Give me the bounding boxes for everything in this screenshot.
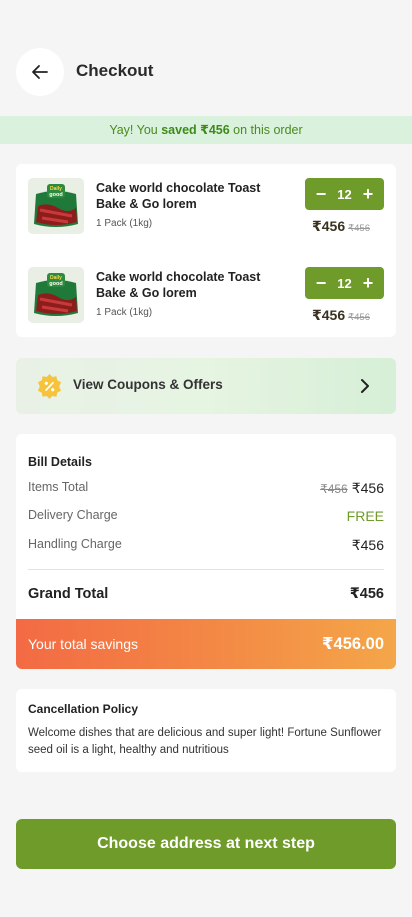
svg-text:good: good bbox=[49, 192, 62, 198]
original-price: ₹456 bbox=[348, 223, 371, 234]
grand-total-label: Grand Total bbox=[28, 586, 109, 602]
handling-charge-value: ₹456 bbox=[351, 537, 384, 553]
policy-title: Cancellation Policy bbox=[28, 702, 139, 716]
chevron-right-icon bbox=[361, 379, 369, 393]
product-image[interactable]: Daily good bbox=[28, 267, 84, 323]
product-price: ₹456 ₹456 bbox=[312, 307, 370, 324]
items-total-original: ₹456 bbox=[320, 482, 348, 496]
savings-banner: Yay! You saved ₹456 on this order bbox=[0, 116, 412, 144]
handling-charge-row: Handling Charge ₹456 bbox=[28, 537, 384, 555]
page-title: Checkout bbox=[76, 61, 154, 80]
policy-text: Welcome dishes that are delicious and su… bbox=[28, 727, 382, 756]
cart-items-card: Daily good Cake world chocolate Toast Ba… bbox=[16, 164, 396, 337]
quantity-value: 12 bbox=[337, 275, 352, 291]
product-name[interactable]: Cake world chocolate Toast Bake & Go lor… bbox=[96, 180, 286, 212]
bill-details-card: Bill Details Items Total ₹456 ₹456 Delive… bbox=[16, 434, 396, 619]
items-total-value: ₹456 ₹456 bbox=[320, 480, 384, 497]
total-savings-label: Your total savings bbox=[28, 636, 138, 652]
savings-banner-prefix: Yay! You bbox=[109, 123, 162, 137]
decrease-quantity-button[interactable]: − bbox=[312, 185, 330, 203]
discount-badge-icon bbox=[38, 374, 61, 399]
cart-item: Daily good Cake world chocolate Toast Ba… bbox=[16, 178, 396, 238]
product-name[interactable]: Cake world chocolate Toast Bake & Go lor… bbox=[96, 269, 286, 301]
savings-banner-suffix: on this order bbox=[229, 123, 303, 137]
original-price: ₹456 bbox=[348, 312, 371, 323]
quantity-value: 12 bbox=[337, 186, 352, 202]
product-pack-size: 1 Pack (1kg) bbox=[96, 307, 153, 318]
view-coupons-button[interactable]: View Coupons & Offers bbox=[16, 358, 396, 414]
increase-quantity-button[interactable]: + bbox=[359, 274, 377, 292]
product-price: ₹456 ₹456 bbox=[312, 218, 370, 235]
svg-text:good: good bbox=[49, 281, 62, 287]
product-image[interactable]: Daily good bbox=[28, 178, 84, 234]
increase-quantity-button[interactable]: + bbox=[359, 185, 377, 203]
savings-banner-amount: saved ₹456 bbox=[161, 123, 230, 137]
delivery-charge-value: FREE bbox=[346, 508, 384, 524]
grand-total-value: ₹456 bbox=[349, 586, 384, 602]
choose-address-button[interactable]: Choose address at next step bbox=[16, 819, 396, 869]
decrease-quantity-button[interactable]: − bbox=[312, 274, 330, 292]
total-savings-value: ₹456.00 bbox=[322, 635, 384, 653]
total-savings-strip: Your total savings ₹456.00 bbox=[16, 619, 396, 669]
cancellation-policy-card: Cancellation Policy Welcome dishes that … bbox=[16, 689, 396, 772]
quantity-stepper: − 12 + bbox=[305, 267, 384, 299]
bill-details-heading: Bill Details bbox=[28, 455, 92, 469]
grand-total-row: Grand Total ₹456 bbox=[28, 586, 384, 602]
arrow-left-icon bbox=[32, 65, 48, 79]
coupons-label: View Coupons & Offers bbox=[73, 377, 223, 392]
items-total-label: Items Total bbox=[28, 480, 89, 494]
handling-charge-label: Handling Charge bbox=[28, 537, 122, 551]
delivery-charge-row: Delivery Charge FREE bbox=[28, 508, 384, 526]
product-pack-size: 1 Pack (1kg) bbox=[96, 218, 153, 229]
current-price: ₹456 bbox=[312, 218, 346, 234]
items-total-row: Items Total ₹456 ₹456 bbox=[28, 480, 384, 498]
current-price: ₹456 bbox=[312, 307, 346, 323]
divider bbox=[28, 569, 384, 570]
back-button[interactable] bbox=[16, 48, 64, 96]
items-total-amount: ₹456 bbox=[351, 480, 384, 496]
delivery-charge-label: Delivery Charge bbox=[28, 508, 118, 522]
header: Checkout bbox=[0, 48, 412, 96]
cart-item: Daily good Cake world chocolate Toast Ba… bbox=[16, 267, 396, 327]
quantity-stepper: − 12 + bbox=[305, 178, 384, 210]
